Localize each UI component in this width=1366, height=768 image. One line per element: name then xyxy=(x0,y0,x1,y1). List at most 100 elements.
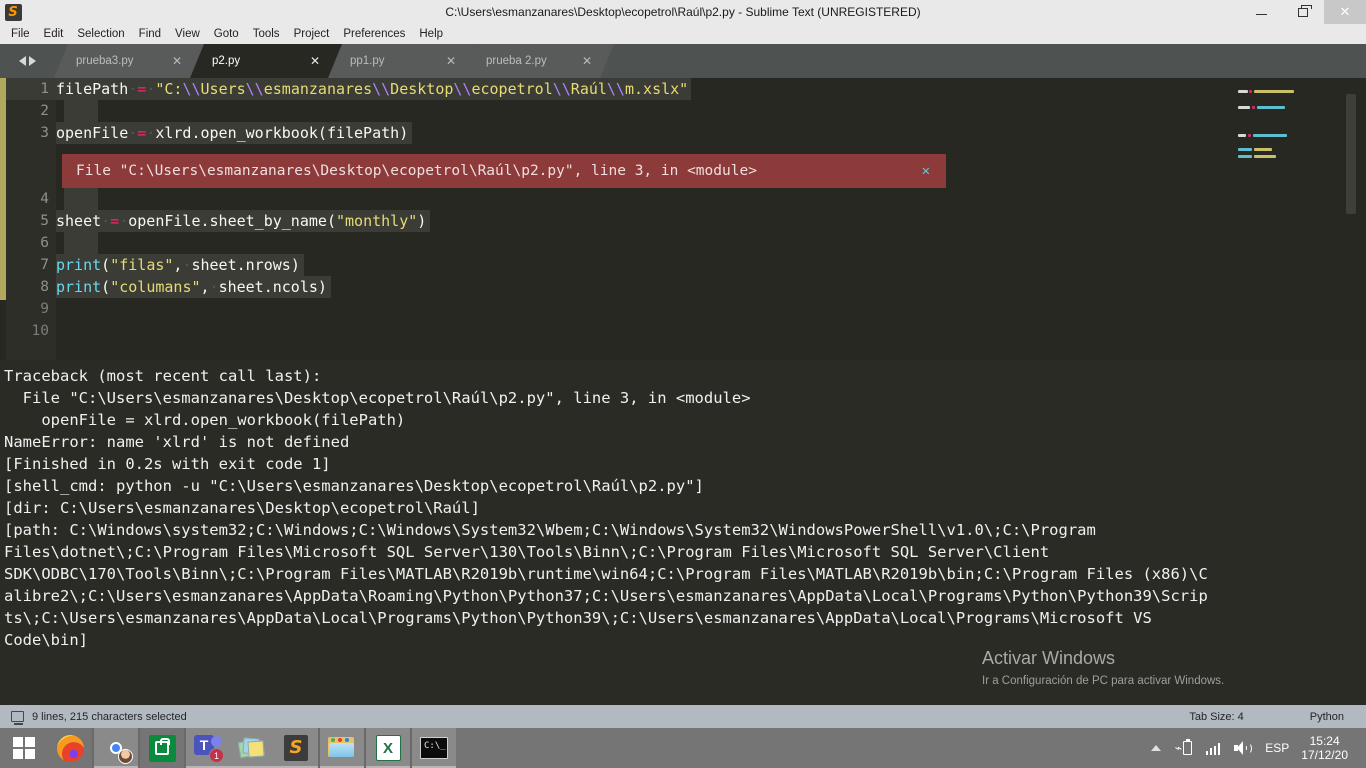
taskbar-file-explorer[interactable] xyxy=(320,728,364,768)
minimap-line xyxy=(1238,134,1246,137)
console-line: [path: C:\Windows\system32;C:\Windows;C:… xyxy=(4,521,1096,539)
windows-taskbar: T 1 S X C:\_ ⌁ ESP 15:24 17/12/20 xyxy=(0,728,1366,768)
minimap-line xyxy=(1253,134,1287,137)
sticky-notes-icon xyxy=(237,736,265,760)
menu-item-find[interactable]: Find xyxy=(132,24,168,44)
taskbar-excel[interactable]: X xyxy=(366,728,410,768)
menu-item-help[interactable]: Help xyxy=(412,24,450,44)
minimap-line xyxy=(1238,155,1252,158)
line-number: 5 xyxy=(40,213,49,229)
build-output-console[interactable]: Traceback (most recent call last): File … xyxy=(0,360,1366,705)
taskbar-sticky-notes[interactable] xyxy=(230,728,274,768)
status-syntax[interactable]: Python xyxy=(1310,711,1344,723)
menu-item-selection[interactable]: Selection xyxy=(70,24,131,44)
selection-highlight xyxy=(64,188,98,210)
close-button[interactable]: ✕ xyxy=(1324,0,1366,24)
sublime-text-icon: S xyxy=(284,735,308,761)
tab-prueba3-py[interactable]: prueba3.py ✕ xyxy=(54,44,204,78)
teams-badge: 1 xyxy=(209,748,224,763)
tab-close-icon[interactable]: ✕ xyxy=(446,54,456,68)
taskbar-chrome[interactable] xyxy=(94,728,138,768)
line-number: 3 xyxy=(40,125,49,141)
code-line[interactable]: print("columans",·sheet.ncols) xyxy=(56,276,327,298)
minimap-line xyxy=(1254,90,1294,93)
line-number: 6 xyxy=(40,235,49,251)
line-number: 9 xyxy=(40,301,49,317)
start-button[interactable] xyxy=(0,728,48,768)
tab-label: pp1.py xyxy=(350,55,385,67)
show-hidden-icons-button[interactable] xyxy=(1144,728,1168,768)
code-line[interactable]: print("filas",·sheet.nrows) xyxy=(56,254,300,276)
taskbar-command-prompt[interactable]: C:\_ xyxy=(412,728,456,768)
volume-icon[interactable] xyxy=(1227,728,1257,768)
network-icon[interactable] xyxy=(1199,728,1228,768)
tab-close-icon[interactable]: ✕ xyxy=(172,54,182,68)
minimap-line xyxy=(1238,106,1250,109)
code-editor[interactable]: 1 2 3 4 5 6 7 8 9 10 filePath·=·"C:\\Users\\esman… xyxy=(0,78,1366,360)
status-selection-info: 9 lines, 215 characters selected xyxy=(32,710,187,723)
language-indicator[interactable]: ESP xyxy=(1257,741,1297,755)
firefox-icon xyxy=(56,734,84,762)
clock-date: 17/12/20 xyxy=(1301,748,1348,762)
inline-error-popup[interactable]: File "C:\Users\esmanzanares\Desktop\ecop… xyxy=(62,154,946,188)
tab-label: p2.py xyxy=(212,55,241,67)
status-right-group: Tab Size: 4 Python xyxy=(1189,711,1366,723)
console-line: Traceback (most recent call last): xyxy=(4,367,322,385)
console-line: ts\;C:\Users\esmanzanares\AppData\Local\… xyxy=(4,609,1152,627)
inline-error-message: File "C:\Users\esmanzanares\Desktop\ecop… xyxy=(76,163,757,179)
tab-nav-arrows[interactable] xyxy=(0,44,54,78)
tab-bar: prueba3.py ✕ p2.py ✕ pp1.py ✕ prueba 2.py ✕ xyxy=(0,44,1366,78)
console-line: alibre2\;C:\Users\esmanzanares\AppData\R… xyxy=(4,587,1208,605)
code-line[interactable]: openFile·=·xlrd.open_workbook(filePath) xyxy=(56,122,408,144)
tab-close-icon[interactable]: ✕ xyxy=(310,54,320,68)
menu-item-edit[interactable]: Edit xyxy=(37,24,71,44)
menu-item-preferences[interactable]: Preferences xyxy=(336,24,412,44)
maximize-button[interactable] xyxy=(1282,0,1324,24)
line-number-gutter: 1 2 3 4 5 6 7 8 9 10 xyxy=(6,78,56,360)
minimap-line xyxy=(1257,106,1285,109)
inline-error-close-icon[interactable]: ✕ xyxy=(922,163,930,179)
console-line: File "C:\Users\esmanzanares\Desktop\ecop… xyxy=(4,389,751,407)
tab-close-icon[interactable]: ✕ xyxy=(582,54,592,68)
code-line[interactable]: sheet·=·openFile.sheet_by_name("monthly"… xyxy=(56,210,426,232)
taskbar-firefox[interactable] xyxy=(48,728,92,768)
line-number: 2 xyxy=(40,103,49,119)
minimap-line xyxy=(1254,148,1272,151)
battery-icon[interactable]: ⌁ xyxy=(1168,728,1199,768)
menu-item-goto[interactable]: Goto xyxy=(207,24,246,44)
taskbar-teams[interactable]: T 1 xyxy=(186,728,230,768)
menu-item-view[interactable]: View xyxy=(168,24,207,44)
clock[interactable]: 15:24 17/12/20 xyxy=(1297,734,1358,762)
tab-p2-py[interactable]: p2.py ✕ xyxy=(190,44,342,78)
code-line[interactable]: filePath·=·"C:\\Users\\esmanzanares\\Des… xyxy=(56,78,688,100)
microsoft-teams-icon: T 1 xyxy=(194,735,224,763)
selection-highlight xyxy=(64,232,98,254)
tab-prueba-2-py[interactable]: prueba 2.py ✕ xyxy=(464,44,614,78)
excel-icon: X xyxy=(375,735,401,761)
status-tab-size[interactable]: Tab Size: 4 xyxy=(1189,711,1243,723)
console-line: Code\bin] xyxy=(4,631,88,649)
line-number: 1 xyxy=(40,81,49,97)
line-number: 8 xyxy=(40,279,49,295)
tab-label: prueba3.py xyxy=(76,55,134,67)
menu-item-tools[interactable]: Tools xyxy=(246,24,287,44)
tab-pp1-py[interactable]: pp1.py ✕ xyxy=(328,44,478,78)
file-explorer-icon xyxy=(328,737,356,759)
taskbar-sublime-text[interactable]: S xyxy=(274,728,318,768)
tab-prev-icon[interactable] xyxy=(18,56,26,66)
console-line: NameError: name 'xlrd' is not defined xyxy=(4,433,350,451)
tab-next-icon[interactable] xyxy=(28,56,36,66)
console-line: [shell_cmd: python -u "C:\Users\esmanzan… xyxy=(4,477,704,495)
menu-item-project[interactable]: Project xyxy=(287,24,337,44)
clock-time: 15:24 xyxy=(1309,734,1340,748)
menu-bar: File Edit Selection Find View Goto Tools Projec… xyxy=(0,24,1366,44)
sidebar-toggle-icon[interactable] xyxy=(11,711,24,725)
title-bar: S C:\Users\esmanzanares\Desktop\ecopetro… xyxy=(0,0,1366,24)
menu-item-file[interactable]: File xyxy=(4,24,37,44)
windows-logo-icon xyxy=(13,737,35,759)
minimap[interactable] xyxy=(1228,78,1356,360)
taskbar-microsoft-store[interactable] xyxy=(140,728,184,768)
minimap-scrollbar[interactable] xyxy=(1346,94,1356,214)
minimize-button[interactable] xyxy=(1240,0,1282,24)
status-left-group: 9 lines, 215 characters selected xyxy=(0,710,187,725)
